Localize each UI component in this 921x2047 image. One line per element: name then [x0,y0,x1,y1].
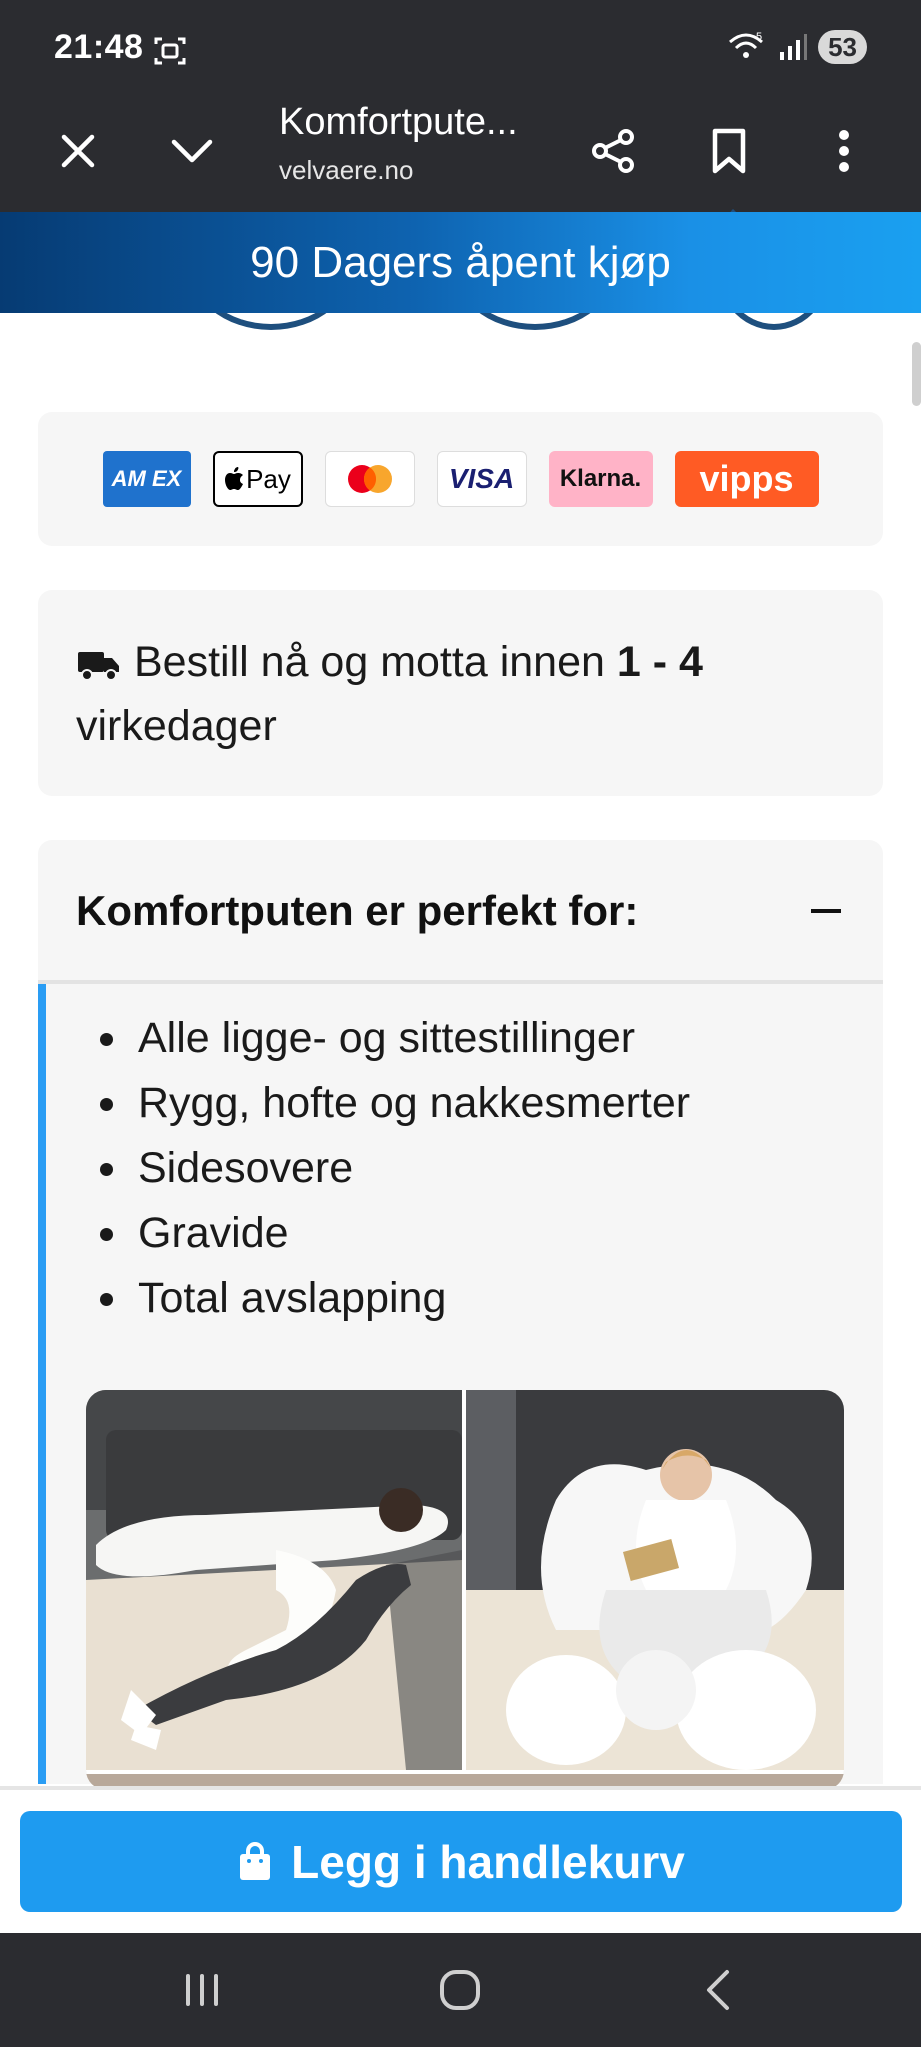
share-icon[interactable] [588,125,640,177]
delivery-prefix: Bestill nå og motta innen [134,638,617,686]
add-to-cart-label[interactable]: Legg i handlekurv [291,1835,685,1889]
status-bar: 21:48 5 53 [0,0,921,95]
list-item: Rygg, hofte og nakkesmerter [96,1071,883,1136]
recent-apps-icon[interactable] [172,1965,232,2015]
payment-methods: AM EX Pay VISA Klarna. vipps [38,412,883,546]
sticky-cart-bar: Legg i handlekurv [0,1790,921,1933]
list-item: Total avslapping [96,1266,883,1331]
promo-banner: 90 Dagers åpent kjøp [0,212,921,313]
photo-man-sleeping [86,1390,462,1770]
collapse-icon[interactable] [811,909,841,913]
more-vert-icon[interactable] [818,125,870,177]
bookmark-icon[interactable] [703,125,755,177]
home-icon[interactable] [430,1965,490,2015]
accordion-header[interactable]: Komfortputen er perfekt for: [38,840,883,982]
status-time: 21:48 [54,28,144,66]
close-icon[interactable] [52,125,104,177]
apple-icon [225,467,244,490]
page-url[interactable]: velvaere.no [279,155,413,186]
product-photo-grid [86,1390,844,1790]
accordion-title[interactable]: Komfortputen er perfekt for: [76,887,638,935]
shopping-bag-icon [240,1841,271,1880]
delivery-suffix: virkedager [76,702,277,750]
list-item: Alle ligge- og sittestillinger [96,1006,883,1071]
battery-indicator: 53 [818,30,867,64]
klarna-logo: Klarna. [548,451,653,507]
delivery-info: Bestill nå og motta innen 1 - 4 virkedag… [38,590,883,796]
promo-text: 90 Dagers åpent kjøp [250,237,671,287]
apple-pay-text: Pay [246,463,291,494]
visa-logo: VISA [436,451,527,507]
list-item: Sidesovere [96,1136,883,1201]
signal-icon [780,34,808,60]
system-nav-bar [0,1933,921,2047]
benefits-list: Alle ligge- og sittestillinger Rygg, hof… [46,984,883,1331]
back-icon[interactable] [688,1965,748,2015]
scrollbar-thumb[interactable] [912,342,921,406]
status-icons: 5 53 [728,30,867,64]
apple-pay-logo: Pay [212,451,303,507]
product-photos [86,1390,844,1790]
photo-woman-reading [466,1390,844,1770]
amex-logo: AM EX [102,451,191,507]
chevron-down-icon[interactable] [166,125,218,177]
wifi-icon: 5 [729,31,764,58]
truck-icon [78,651,119,681]
page-title[interactable]: Komfortpute... [279,101,518,144]
svg-text:5: 5 [756,31,762,43]
list-item: Gravide [96,1201,883,1266]
vipps-logo: vipps [674,451,819,507]
mastercard-logo [324,451,415,507]
add-to-cart-button[interactable]: Legg i handlekurv [20,1811,902,1912]
screenshot-icon [154,37,186,65]
delivery-range: 1 - 4 [616,638,703,686]
